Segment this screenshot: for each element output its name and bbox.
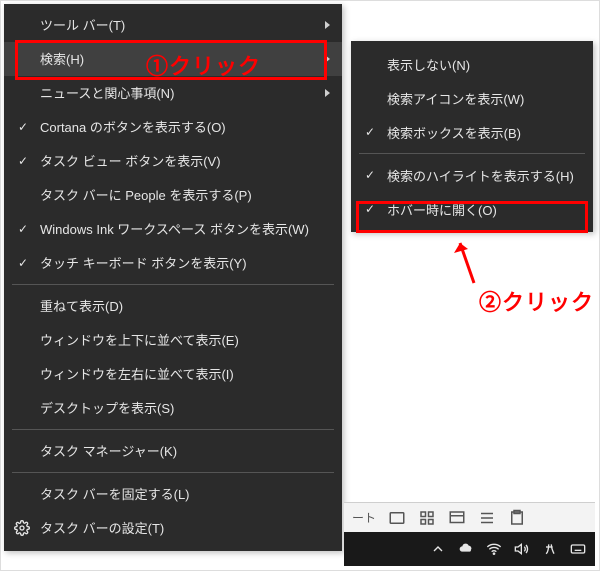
check-icon: ✓ (363, 125, 377, 139)
menu-item-label: ウィンドウを左右に並べて表示(I) (40, 368, 234, 381)
volume-icon[interactable] (513, 540, 531, 558)
menu-item-label: 検索ボックスを表示(B) (387, 123, 521, 142)
web-layout-icon[interactable] (448, 509, 466, 527)
outline-view-icon[interactable] (478, 509, 496, 527)
menu-separator (12, 429, 334, 430)
menu-separator (359, 153, 585, 154)
menu-item-label: ホバー時に開く(O) (387, 200, 497, 219)
document-status-bar: ート (344, 502, 595, 532)
menu-item-stack-horizontal[interactable]: ウィンドウを左右に並べて表示(I) (4, 357, 342, 391)
menu-item-cortana[interactable]: ✓ Cortana のボタンを表示する(O) (4, 110, 342, 144)
menu-item-label: ニュースと関心事項(N) (40, 87, 174, 100)
submenu-item-hidden[interactable]: 表示しない(N) (351, 47, 593, 81)
menu-item-show-desktop[interactable]: デスクトップを表示(S) (4, 391, 342, 425)
status-label: ート (352, 509, 376, 526)
submenu-item-show-icon[interactable]: 検索アイコンを表示(W) (351, 81, 593, 115)
gear-icon (14, 520, 30, 536)
menu-item-label: タスク バーを固定する(L) (40, 488, 190, 501)
submenu-item-show-box[interactable]: ✓ 検索ボックスを表示(B) (351, 115, 593, 149)
search-submenu: 表示しない(N) 検索アイコンを表示(W) ✓ 検索ボックスを表示(B) ✓ 検… (351, 41, 593, 232)
annotation-arrow-icon (452, 233, 482, 289)
chevron-up-icon[interactable] (429, 540, 447, 558)
ime-icon[interactable] (541, 540, 559, 558)
onedrive-icon[interactable] (457, 540, 475, 558)
menu-item-lock-taskbar[interactable]: タスク バーを固定する(L) (4, 477, 342, 511)
menu-item-taskview[interactable]: ✓ タスク ビュー ボタンを表示(V) (4, 144, 342, 178)
menu-item-news[interactable]: ニュースと関心事項(N) (4, 76, 342, 110)
menu-item-label: タッチ キーボード ボタンを表示(Y) (40, 257, 247, 270)
system-tray (344, 532, 595, 566)
menu-item-label: Cortana のボタンを表示する(O) (40, 121, 226, 134)
menu-item-label: ウィンドウを上下に並べて表示(E) (40, 334, 239, 347)
wifi-icon[interactable] (485, 540, 503, 558)
focus-mode-icon[interactable] (388, 509, 406, 527)
menu-item-task-manager[interactable]: タスク マネージャー(K) (4, 434, 342, 468)
print-layout-icon[interactable] (418, 509, 436, 527)
menu-item-label: デスクトップを表示(S) (40, 402, 174, 415)
menu-item-label: タスク バーの設定(T) (40, 522, 164, 535)
menu-item-search[interactable]: 検索(H) (4, 42, 342, 76)
check-icon: ✓ (16, 120, 30, 134)
menu-item-label: 検索(H) (40, 53, 84, 66)
submenu-item-open-on-hover[interactable]: ✓ ホバー時に開く(O) (351, 192, 593, 226)
check-icon: ✓ (16, 154, 30, 168)
check-icon: ✓ (16, 256, 30, 270)
check-icon: ✓ (16, 222, 30, 236)
menu-item-label: タスク ビュー ボタンを表示(V) (40, 155, 221, 168)
menu-item-label: タスク バーに People を表示する(P) (40, 189, 252, 202)
touch-keyboard-icon[interactable] (569, 540, 587, 558)
menu-item-label: Windows Ink ワークスペース ボタンを表示(W) (40, 223, 309, 236)
menu-item-label: ツール バー(T) (40, 19, 125, 32)
check-icon: ✓ (363, 202, 377, 216)
check-icon: ✓ (363, 168, 377, 182)
submenu-item-highlights[interactable]: ✓ 検索のハイライトを表示する(H) (351, 158, 593, 192)
taskbar-context-menu: ツール バー(T) 検索(H) ニュースと関心事項(N) ✓ Cortana の… (4, 4, 342, 551)
menu-separator (12, 284, 334, 285)
menu-item-toolbars[interactable]: ツール バー(T) (4, 8, 342, 42)
menu-item-label: 検索アイコンを表示(W) (387, 89, 524, 108)
menu-item-label: タスク マネージャー(K) (40, 445, 177, 458)
menu-item-label: 表示しない(N) (387, 55, 470, 74)
menu-item-people[interactable]: タスク バーに People を表示する(P) (4, 178, 342, 212)
menu-item-label: 重ねて表示(D) (40, 300, 123, 313)
menu-item-stack-vertical[interactable]: ウィンドウを上下に並べて表示(E) (4, 323, 342, 357)
menu-item-ink[interactable]: ✓ Windows Ink ワークスペース ボタンを表示(W) (4, 212, 342, 246)
menu-item-label: 検索のハイライトを表示する(H) (387, 166, 574, 185)
annotation-label-2: ②クリック (479, 285, 594, 317)
menu-separator (12, 472, 334, 473)
menu-item-taskbar-settings[interactable]: タスク バーの設定(T) (4, 511, 342, 545)
menu-item-touch-keyboard[interactable]: ✓ タッチ キーボード ボタンを表示(Y) (4, 246, 342, 280)
reading-view-icon[interactable] (508, 509, 526, 527)
menu-item-cascade[interactable]: 重ねて表示(D) (4, 289, 342, 323)
